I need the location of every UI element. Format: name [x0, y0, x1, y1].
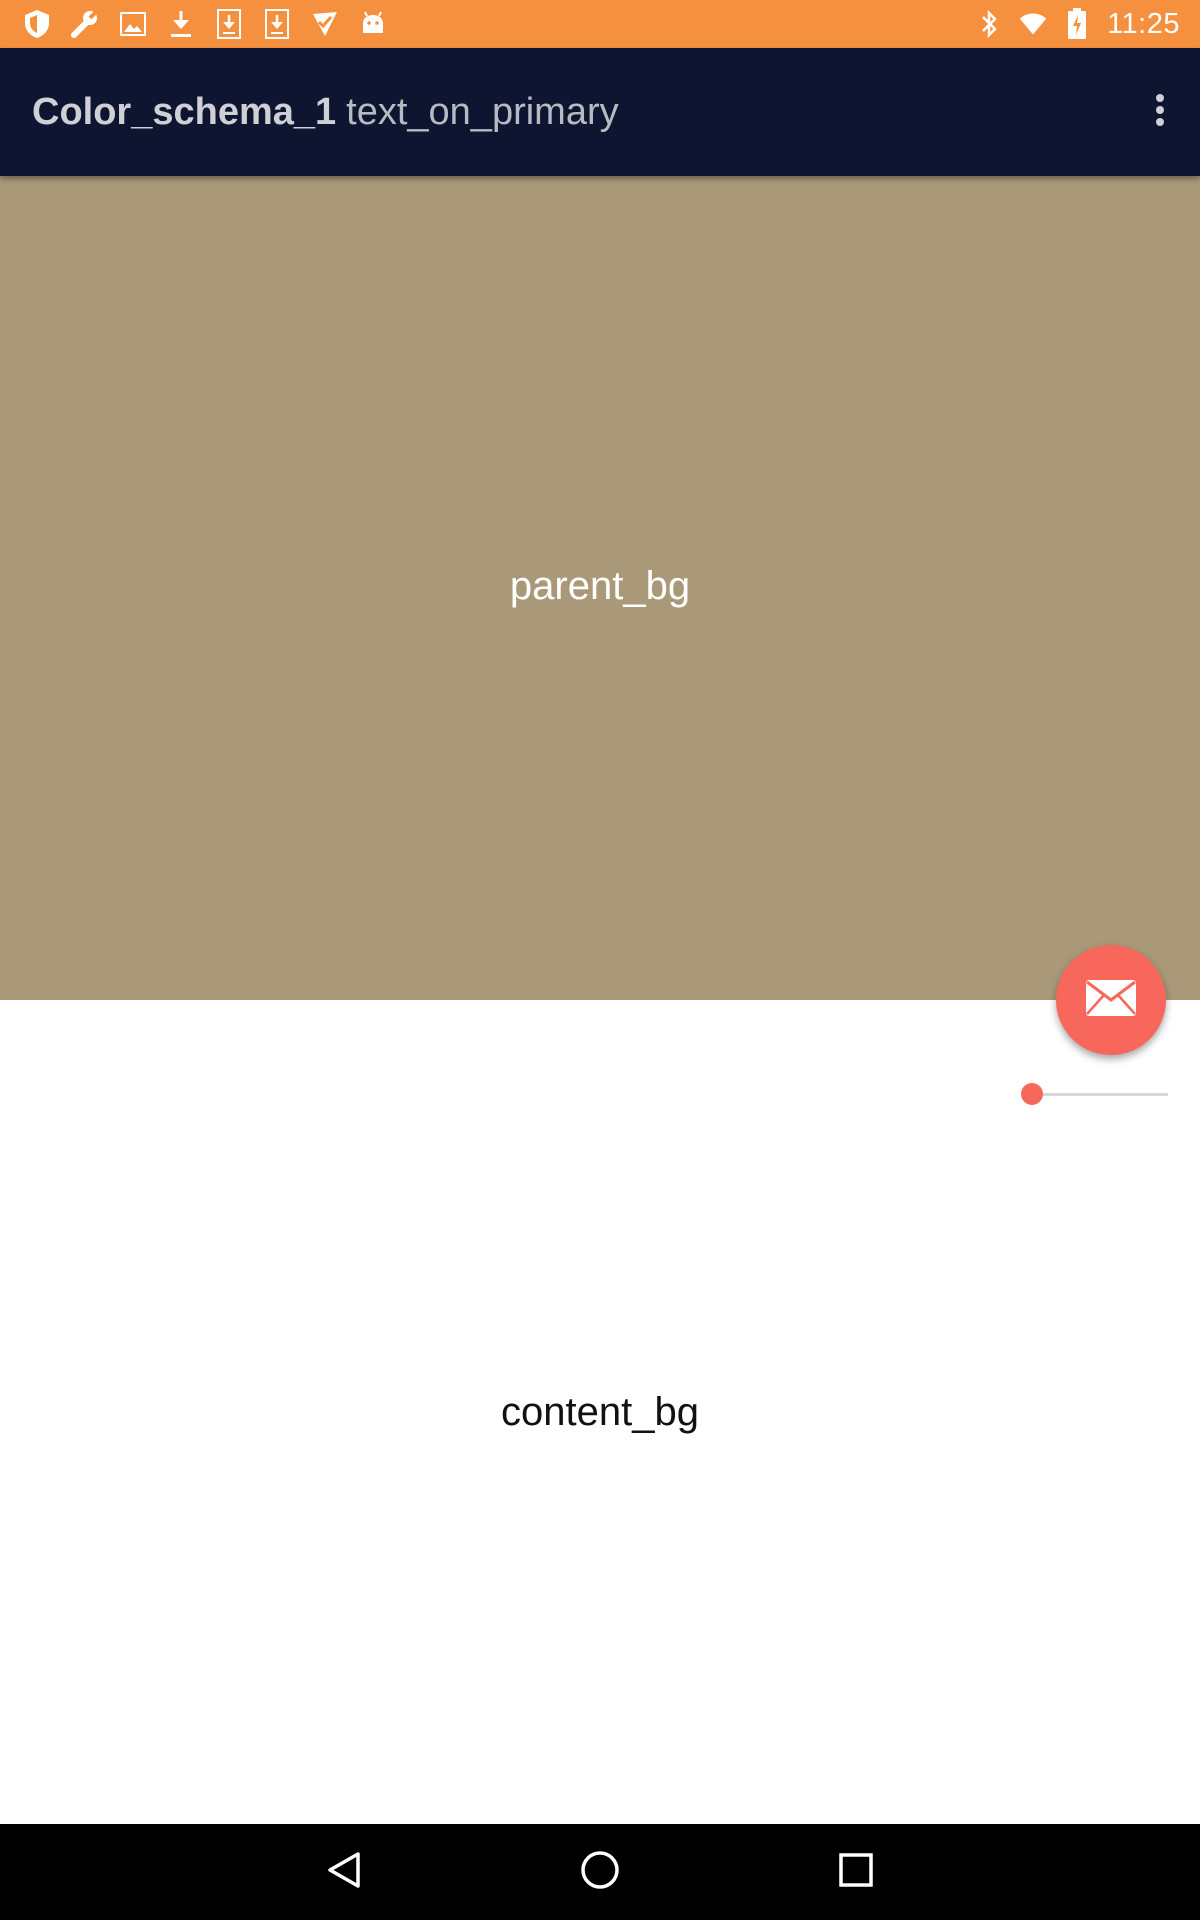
content-bg-label: content_bg	[501, 1390, 699, 1434]
slider-track[interactable]	[1032, 1093, 1168, 1096]
notification-icons	[22, 8, 388, 40]
bluetooth-icon	[975, 9, 1003, 39]
wrench-icon	[70, 9, 100, 39]
home-icon	[580, 1850, 620, 1895]
system-status-icons: 11:25	[975, 0, 1180, 48]
seek-slider[interactable]	[1021, 1080, 1168, 1110]
title-primary: Color_schema_1	[32, 91, 337, 133]
more-vert-icon	[1154, 93, 1166, 132]
check-flag-icon	[310, 9, 340, 39]
overflow-menu-button[interactable]	[1140, 48, 1180, 176]
mail-fab-button[interactable]	[1056, 945, 1166, 1055]
recents-button[interactable]	[808, 1824, 904, 1920]
content-bg-panel: content_bg	[0, 1000, 1200, 1824]
battery-charging-icon	[1063, 8, 1091, 39]
android-icon	[358, 9, 388, 39]
clock-time: 11:25	[1107, 7, 1180, 40]
recents-icon	[839, 1852, 873, 1892]
parent-bg-panel: parent_bg	[0, 176, 1200, 1000]
app-bar: Color_schema_1 text_on_primary	[0, 48, 1200, 176]
back-button[interactable]	[296, 1824, 392, 1920]
parent-bg-label: parent_bg	[509, 564, 691, 608]
download-box-icon	[262, 9, 292, 39]
slider-thumb[interactable]	[1021, 1083, 1043, 1105]
home-button[interactable]	[552, 1824, 648, 1920]
shield-icon	[22, 9, 52, 39]
page-title: Color_schema_1 text_on_primary	[32, 48, 619, 176]
image-icon	[118, 9, 148, 39]
wifi-icon	[1019, 9, 1047, 39]
download-box-icon	[214, 9, 244, 39]
download-icon	[166, 9, 196, 39]
mail-icon	[1085, 979, 1137, 1022]
navigation-bar	[0, 1824, 1200, 1920]
back-icon	[326, 1851, 362, 1894]
status-bar: 11:25	[0, 0, 1200, 48]
title-secondary: text_on_primary	[346, 91, 619, 133]
